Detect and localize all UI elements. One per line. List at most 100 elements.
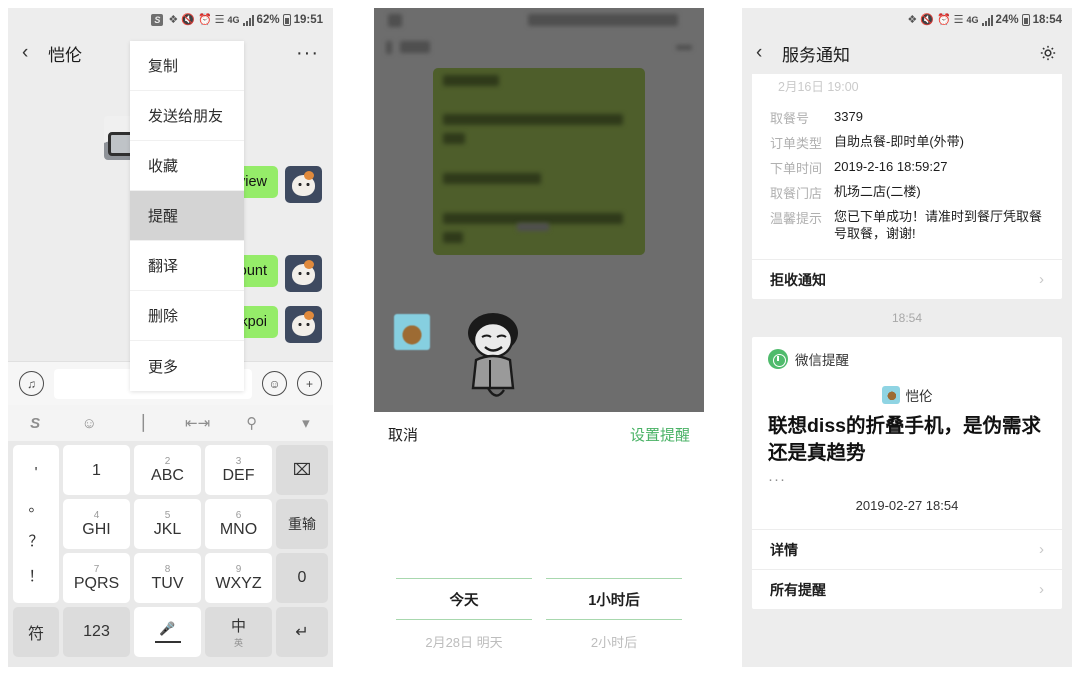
chat-nav-bar-blurred [374, 32, 704, 62]
page-title-blurred [400, 41, 430, 53]
page-title: 服务通知 [782, 45, 850, 65]
reject-notification-row[interactable]: 拒收通知 › [752, 259, 1062, 299]
key-2-abc[interactable]: 2 ABC [134, 445, 201, 495]
phone-screen-chat: S ❖ 🔇 ⏰ ☰ 4G 62% 19:51 ‹ 恺伦 ··· bview co… [8, 8, 333, 667]
reminder-action-bar: 取消 设置提醒 [374, 412, 704, 456]
key-9-wxyz[interactable]: 9 WXYZ [205, 553, 272, 603]
article-timestamp: 2019-02-27 18:54 [855, 498, 959, 513]
voice-icon[interactable]: ♫ [19, 371, 44, 396]
wifi-icon: ☰ [953, 13, 964, 26]
chevron-down-icon[interactable]: ▾ [279, 414, 333, 432]
page-title: 恺伦 [48, 45, 82, 65]
network-label: 4G [227, 15, 240, 25]
recent-apps-icon[interactable]: ⇉ [55, 665, 68, 667]
key-1[interactable]: 1 [63, 445, 130, 495]
language-toggle-key[interactable]: 中 英 [205, 607, 272, 657]
screenshot-stage: S ❖ 🔇 ⏰ ☰ 4G 62% 19:51 ‹ 恺伦 ··· bview co… [0, 0, 1080, 675]
article-ellipsis: ··· [768, 471, 786, 488]
alarm-icon: ⏰ [936, 13, 951, 26]
status-bar: ❖ 🔇 ⏰ ☰ 4G 24% 18:54 [742, 8, 1072, 32]
time-picker-column[interactable]: 1小时后 2小时后 [546, 456, 682, 667]
key-7-pqrs[interactable]: 7 PQRS [63, 553, 130, 603]
search-icon[interactable]: ⚲ [225, 414, 279, 432]
avatar[interactable] [285, 255, 322, 292]
redo-key[interactable]: 重输 [276, 499, 328, 549]
backspace-key[interactable]: ⌧ [276, 445, 328, 495]
key-8-tuv[interactable]: 8 TUV [134, 553, 201, 603]
network-label: 4G [966, 15, 979, 25]
detail-row[interactable]: 详情 › [752, 529, 1062, 569]
home-square-icon[interactable]: □ [132, 666, 141, 668]
timestamp-blurred [517, 223, 549, 231]
author-avatar [881, 386, 900, 404]
time-selected-row[interactable]: 1小时后 [546, 578, 682, 620]
space-key[interactable]: 🎤 [134, 607, 201, 657]
emoji-icon[interactable]: ☺ [262, 371, 287, 396]
order-notification-card: 2月16日 19:00 取餐号 3379 订单类型 自助点餐-即时单(外带) 下… [752, 74, 1062, 299]
battery-icon [282, 14, 291, 26]
context-menu-item-reminder[interactable]: 提醒 [130, 191, 244, 241]
alarm-icon: ⏰ [197, 13, 212, 26]
more-options-icon[interactable]: ··· [296, 42, 319, 65]
date-selected-row[interactable]: 今天 [396, 578, 532, 620]
bluetooth-icon: ❖ [907, 13, 918, 26]
sogou-icon: S [151, 14, 164, 26]
symbol-key[interactable]: 符 [13, 607, 59, 657]
clock-time: 19:51 [293, 14, 323, 26]
chevron-right-icon: › [1039, 541, 1044, 558]
keyboard-icon[interactable]: ⎮ [116, 414, 170, 432]
battery-percent: 62% [256, 14, 280, 26]
context-menu-item-favorite[interactable]: 收藏 [130, 141, 244, 191]
key-6-mno[interactable]: 6 MNO [205, 499, 272, 549]
system-nav-hints: ⇉ □ ↓ ⎯ [8, 657, 333, 667]
key-5-jkl[interactable]: 5 JKL [134, 499, 201, 549]
wifi-icon: ☰ [214, 13, 225, 26]
more-options-icon[interactable] [676, 44, 692, 50]
back-icon[interactable] [386, 40, 392, 54]
cursor-move-icon[interactable]: ⇤⇥ [171, 414, 225, 432]
status-bar: S ❖ 🔇 ⏰ ☰ 4G 62% 19:51 [8, 8, 333, 32]
message-context-menu: 复制 发送给朋友 收藏 提醒 翻译 删除 更多 [130, 41, 244, 391]
gear-icon[interactable] [1038, 43, 1058, 63]
clock-time: 18:54 [1032, 14, 1062, 26]
date-next-option[interactable]: 2月28日 明天 [396, 632, 532, 651]
cancel-button[interactable]: 取消 [388, 424, 418, 445]
context-menu-item-more[interactable]: 更多 [130, 341, 244, 391]
key-3-def[interactable]: 3 DEF [205, 445, 272, 495]
notification-scroll-area[interactable]: 2月16日 19:00 取餐号 3379 订单类型 自助点餐-即时单(外带) 下… [742, 74, 1072, 667]
context-menu-item-translate[interactable]: 翻译 [130, 241, 244, 291]
alarm-clock-icon [768, 349, 788, 369]
time-next-option[interactable]: 2小时后 [546, 632, 682, 651]
sogou-logo-icon[interactable]: S [8, 415, 62, 432]
battery-icon [1021, 14, 1030, 26]
avatar[interactable] [285, 306, 322, 343]
order-field-row: 订单类型 自助点餐-即时单(外带) [770, 134, 964, 151]
article-title[interactable]: 联想diss的折叠手机，是伪需求还是真趋势 [752, 411, 1062, 467]
date-picker-column[interactable]: 今天 2月28日 明天 [396, 456, 532, 667]
all-reminders-row[interactable]: 所有提醒 › [752, 569, 1062, 609]
article-author: 恺伦 [752, 373, 1062, 411]
context-menu-item-copy[interactable]: 复制 [130, 41, 244, 91]
sogou-icon [388, 13, 402, 27]
back-icon[interactable]: ‹ [756, 42, 776, 64]
avatar[interactable] [285, 166, 322, 203]
key-0[interactable]: 0 [276, 553, 328, 603]
context-menu-item-delete[interactable]: 删除 [130, 291, 244, 341]
back-icon[interactable]: ‹ [22, 42, 42, 64]
enter-key[interactable]: ↵ [276, 607, 328, 657]
keyboard-panel-icon[interactable]: ⎯ [279, 666, 287, 668]
hide-keyboard-icon[interactable]: ↓ [206, 666, 214, 668]
plus-icon[interactable]: + [297, 371, 322, 396]
punctuation-key[interactable]: ' 。 ？ ！ [13, 445, 59, 603]
chevron-right-icon: › [1039, 271, 1044, 288]
key-4-ghi[interactable]: 4 GHI [63, 499, 130, 549]
context-menu-item-forward[interactable]: 发送给朋友 [130, 91, 244, 141]
numeric-mode-key[interactable]: 123 [63, 607, 130, 657]
bluetooth-icon: ❖ [168, 13, 179, 26]
phone-screen-reminder-picker: 取消 设置提醒 今天 2月28日 明天 1小时后 2小时后 [374, 8, 704, 667]
order-field-row: 取餐号 3379 [770, 109, 863, 126]
set-reminder-button[interactable]: 设置提醒 [630, 424, 690, 445]
reminder-notification-card: 微信提醒 恺伦 联想diss的折叠手机，是伪需求还是真趋势 ··· 2019-0… [752, 337, 1062, 609]
emoji-face-icon[interactable]: ☺ [62, 415, 116, 432]
keyboard-toolbar: S ☺ ⎮ ⇤⇥ ⚲ ▾ [8, 405, 333, 441]
